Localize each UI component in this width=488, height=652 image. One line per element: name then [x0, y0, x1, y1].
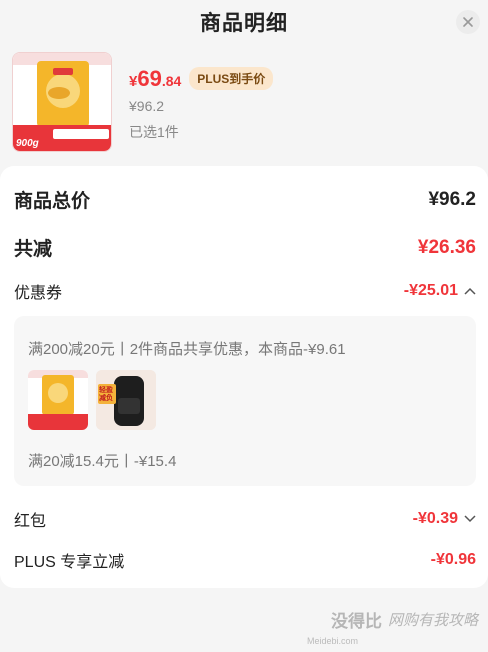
watermark-url: Meidebi.com — [306, 636, 358, 646]
backpack-tag: 轻盈减负 — [99, 387, 113, 402]
red-packet-value: -¥0.39 — [412, 510, 458, 527]
plus-discount-label: PLUS 专享立减 — [14, 554, 125, 571]
product-summary: 900g ¥ 69 .84 PLUS到手价 ¥96.2 已选1件 — [12, 52, 476, 152]
plus-discount-row: PLUS 专享立减 -¥0.96 — [14, 548, 476, 572]
watermark-main: 没得比 — [330, 612, 382, 631]
thumb-weight-label: 900g — [16, 138, 39, 149]
close-icon — [463, 17, 473, 27]
total-price-row: 商品总价 ¥96.2 — [14, 186, 476, 213]
discount-value: ¥26.36 — [417, 236, 476, 258]
product-thumbnail[interactable]: 900g — [12, 52, 112, 152]
chevron-up-icon[interactable] — [464, 287, 476, 295]
watermark-sub: 网购有我攻略 — [387, 612, 478, 629]
coupon-rule-1: 满200减20元丨2件商品共享优惠，本商品-¥9.61 — [28, 341, 346, 358]
chips-bag-image — [28, 370, 88, 430]
coupon-detail-box: 满200减20元丨2件商品共享优惠，本商品-¥9.61 轻盈减负 满20减15.… — [14, 316, 476, 486]
price-integer: 69 — [137, 66, 162, 91]
selected-quantity: 已选1件 — [129, 124, 179, 140]
watermark: 没得比 网购有我攻略 — [331, 607, 478, 632]
discount-row: 共减 ¥26.36 — [14, 234, 476, 261]
price-decimal: .84 — [161, 73, 182, 89]
price-line: ¥ 69 .84 PLUS到手价 — [129, 66, 274, 93]
page-title: 商品明细 — [200, 12, 288, 35]
coupon-rule-2: 满20减15.4元丨-¥15.4 — [28, 453, 177, 470]
chevron-down-icon[interactable] — [464, 515, 476, 523]
discount-label: 共减 — [14, 239, 53, 260]
coupon-product-thumb-chips[interactable] — [28, 370, 88, 430]
red-packet-label: 红包 — [14, 513, 47, 530]
red-packet-row[interactable]: 红包 -¥0.39 — [14, 507, 476, 531]
coupon-label: 优惠券 — [14, 285, 63, 302]
coupon-product-thumb-backpack[interactable]: 轻盈减负 — [96, 370, 156, 430]
plus-discount-value: -¥0.96 — [430, 551, 476, 568]
total-price-value: ¥96.2 — [428, 188, 476, 210]
price-currency: ¥ — [129, 73, 138, 90]
coupon-value-wrap: -¥25.01 — [404, 282, 476, 300]
close-button[interactable] — [456, 10, 480, 34]
total-price-label: 商品总价 — [14, 191, 91, 212]
coupon-row[interactable]: 优惠券 -¥25.01 — [14, 279, 476, 303]
plus-price-badge: PLUS到手价 — [189, 67, 274, 90]
coupon-value: -¥25.01 — [403, 282, 458, 299]
header: 商品明细 — [0, 0, 488, 44]
original-price: ¥96.2 — [129, 98, 165, 114]
red-packet-value-wrap: -¥0.39 — [413, 510, 476, 528]
price-detail-card: 商品总价 ¥96.2 共减 ¥26.36 优惠券 -¥25.01 满200减20… — [0, 166, 488, 588]
